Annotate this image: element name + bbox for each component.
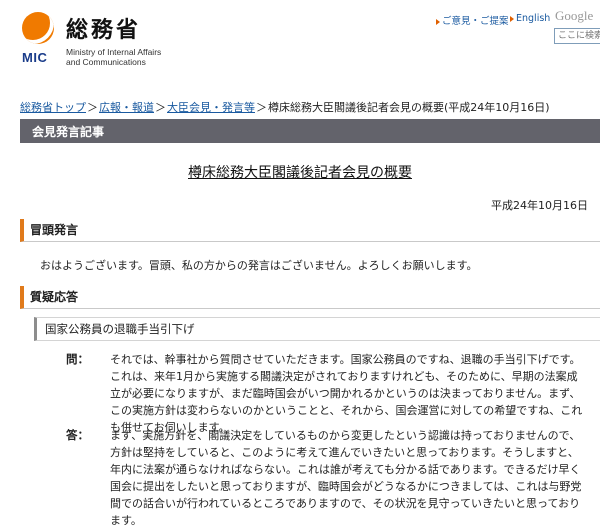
mic-logo-icon[interactable] [22,12,54,44]
answer-text: まず、実施方針を、閣議決定をしているものから変更したという認識は持っておりません… [110,429,582,527]
logo-english-name: Ministry of Internal Affairs and Communi… [66,47,162,67]
english-link[interactable]: English [510,13,550,24]
english-link-label: English [516,13,551,24]
arrow-icon [436,18,440,25]
heading-qa-text: 質疑応答 [30,290,79,304]
search-input[interactable] [554,28,600,44]
heading-opening-text: 冒頭発言 [30,223,79,237]
section-title: 会見発言記事 [32,125,105,139]
qa-topic-text: 国家公務員の退職手当引下げ [45,322,195,336]
press-date: 平成24年10月16日 [491,199,588,212]
arrow-icon [510,15,514,22]
breadcrumb-pr[interactable]: 広報・報道 [99,101,154,114]
feedback-link-label: ご意見・ご提案 [442,16,509,27]
page-title: 樽床総務大臣閣議後記者会見の概要 [0,162,600,182]
question-text: それでは、幹事社から質問させていただきます。国家公務員のですね、退職の手当引下げ… [110,353,583,434]
logo-mic-text[interactable]: MIC [22,50,47,65]
answer-label: 答： [66,428,89,442]
breadcrumb-top[interactable]: 総務省トップ [20,101,86,114]
google-search-label: Google [555,8,594,23]
section-header-bar: 会見発言記事 [20,119,600,143]
qa-topic-heading: 国家公務員の退職手当引下げ [34,317,600,341]
question-label: 問： [66,352,89,366]
heading-qa: 質疑応答 [20,286,600,309]
heading-opening: 冒頭発言 [20,219,600,242]
breadcrumb-minister[interactable]: 大臣会見・発言等 [167,101,255,114]
breadcrumb-current: 樽床総務大臣閣議後記者会見の概要(平成24年10月16日) [268,101,550,114]
page-title-text: 樽床総務大臣閣議後記者会見の概要 [188,165,412,181]
feedback-link[interactable]: ご意見・ご提案 [436,13,509,27]
logo-ministry-name[interactable]: 総務省 [66,12,141,44]
opening-remarks: おはようございます。冒頭、私の方からの発言はございません。よろしくお願いします。 [40,259,478,272]
site-header: MIC 総務省 Ministry of Internal Affairs and… [0,0,600,86]
breadcrumb: 総務省トップ＞広報・報道＞大臣会見・発言等＞樽床総務大臣閣議後記者会見の概要(平… [20,101,550,114]
